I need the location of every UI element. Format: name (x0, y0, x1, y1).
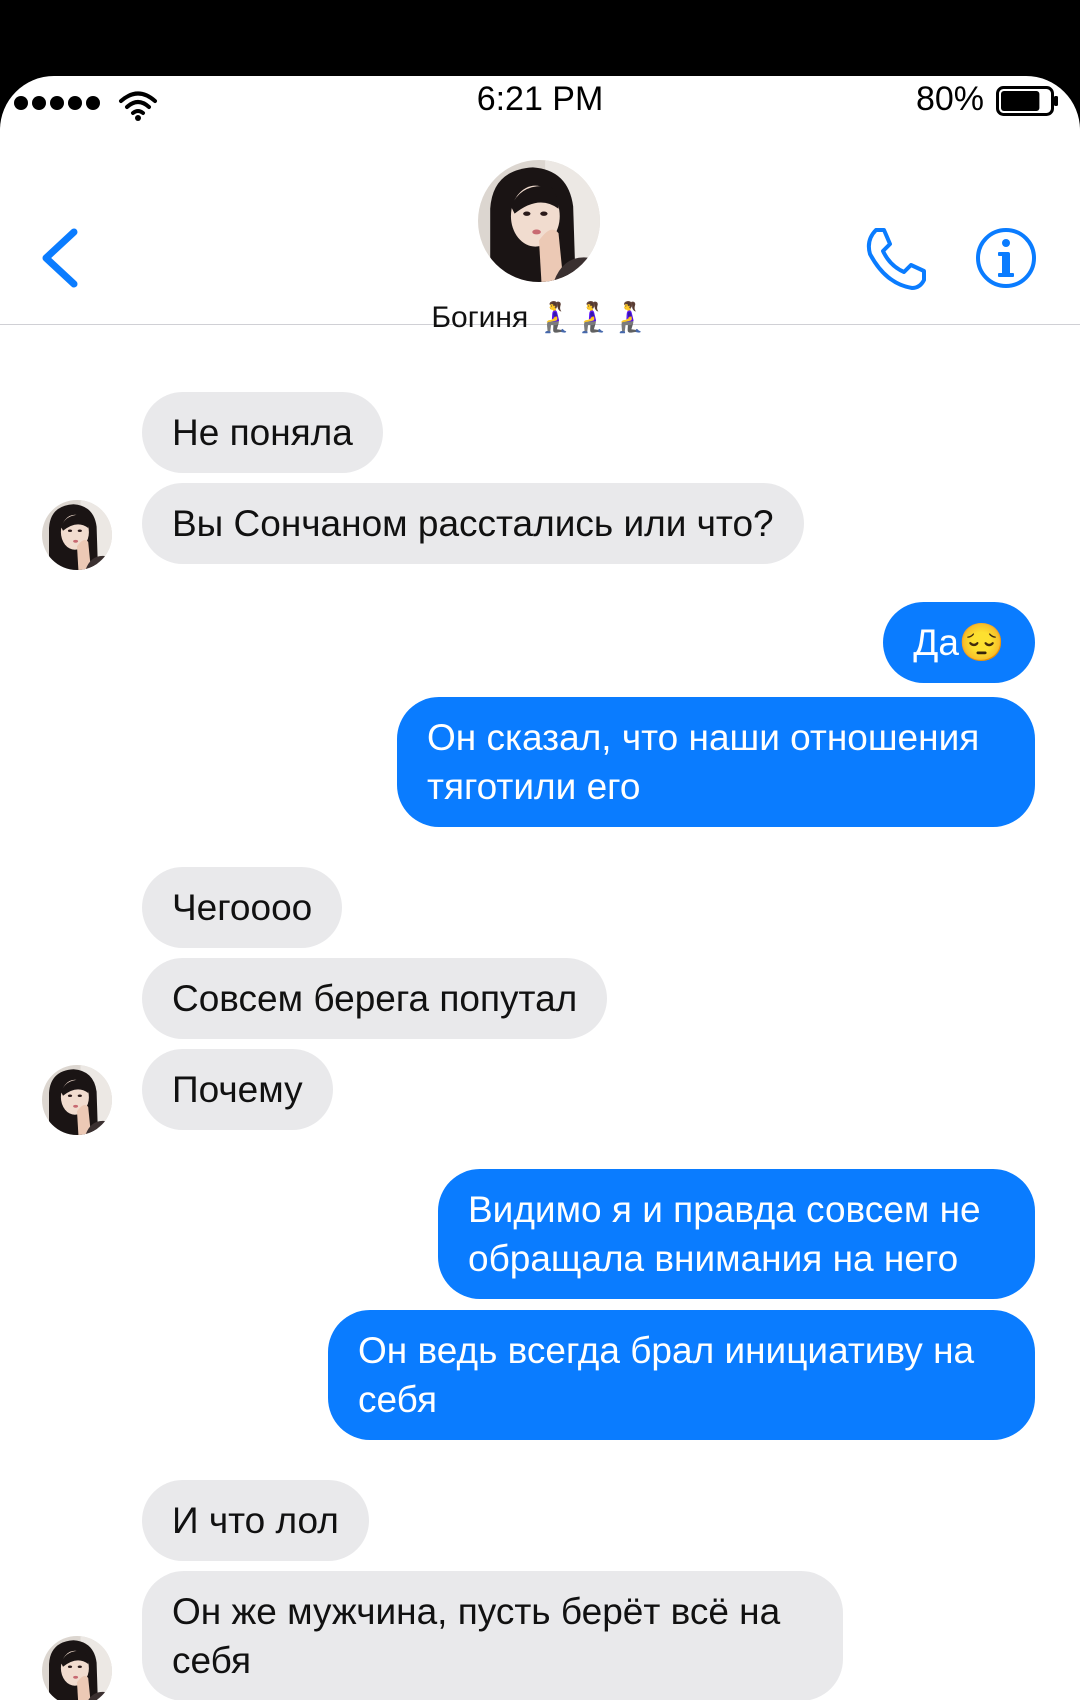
contact-name[interactable]: Богиня 🧎‍♀️🧎‍♀️🧎‍♀️ (0, 300, 1080, 335)
message-bubble-outgoing[interactable]: Он сказал, что наши отношения тяготили е… (397, 697, 1035, 827)
message-bubble-incoming[interactable]: Он же мужчина, пусть берёт всё на себя (142, 1571, 843, 1700)
conversation-header: Богиня 🧎‍♀️🧎‍♀️🧎‍♀️ (0, 116, 1080, 334)
phone-icon[interactable] (862, 226, 928, 292)
message-bubble-outgoing[interactable]: Он ведь всегда брал инициативу на себя (328, 1310, 1035, 1440)
sender-avatar[interactable] (42, 500, 112, 570)
back-button[interactable] (38, 226, 82, 290)
message-bubble-incoming[interactable]: И что лол (142, 1480, 369, 1561)
battery-icon (996, 86, 1058, 116)
message-bubble-outgoing[interactable]: Видимо я и правда совсем не обращала вни… (438, 1169, 1035, 1299)
sender-avatar[interactable] (42, 1065, 112, 1135)
message-bubble-outgoing[interactable]: Да😔 (883, 602, 1035, 683)
message-bubble-incoming[interactable]: Не поняла (142, 392, 383, 473)
info-icon[interactable] (974, 226, 1038, 290)
sender-avatar[interactable] (42, 1636, 112, 1700)
battery-percentage: 80% (915, 80, 984, 118)
message-bubble-incoming[interactable]: Совсем берега попутал (142, 958, 608, 1039)
message-bubble-incoming[interactable]: Вы Сончаном расстались или что? (142, 483, 804, 564)
message-bubble-incoming[interactable]: Чегоооо (142, 867, 343, 948)
chat-screen: 6:21 PM 80% Богиня 🧎‍♀️🧎‍♀️🧎‍♀️ Не понял… (0, 76, 1080, 1700)
contact-avatar[interactable] (478, 160, 600, 282)
message-bubble-incoming[interactable]: Почему (142, 1049, 333, 1130)
